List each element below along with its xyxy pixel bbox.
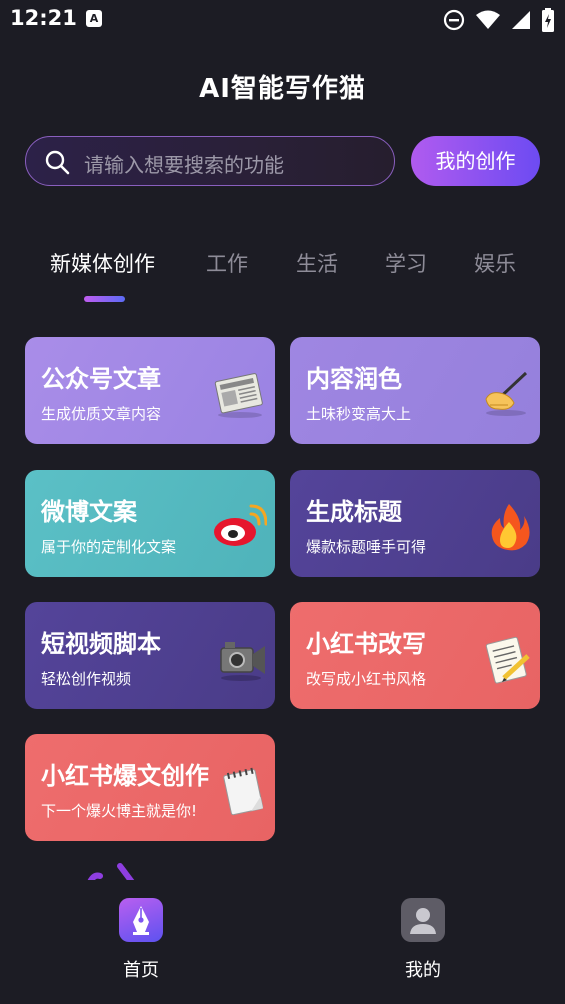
tab-life[interactable]: 生活 xyxy=(296,248,338,278)
nav-mine[interactable]: 我的 xyxy=(383,898,463,982)
card-title: 生成标题 xyxy=(306,498,402,526)
card-official-account-article[interactable]: 公众号文章 生成优质文章内容 xyxy=(25,337,275,444)
bottom-nav: 首页 我的 xyxy=(0,880,565,1004)
tab-work[interactable]: 工作 xyxy=(206,248,248,278)
card-subtitle: 土味秒变高大上 xyxy=(306,405,412,423)
card-subtitle: 下一个爆火博主就是你! xyxy=(41,802,198,820)
card-generate-title[interactable]: 生成标题 爆款标题唾手可得 xyxy=(290,470,540,577)
card-subtitle: 爆款标题唾手可得 xyxy=(306,538,427,556)
nav-label-home: 首页 xyxy=(123,960,159,981)
search-placeholder: 请输入想要搜索的功能 xyxy=(84,153,284,177)
status-time: 12:21 xyxy=(10,6,77,30)
card-subtitle: 改写成小红书风格 xyxy=(306,670,427,688)
user-icon xyxy=(401,898,445,942)
card-content-polish[interactable]: 内容润色 土味秒变高大上 xyxy=(290,337,540,444)
wifi-icon xyxy=(476,10,500,29)
card-subtitle: 轻松创作视频 xyxy=(41,670,132,688)
card-title: 小红书爆文创作 xyxy=(41,762,209,790)
newspaper-icon xyxy=(214,373,263,418)
weibo-icon xyxy=(214,504,267,546)
tab-entertainment[interactable]: 娱乐 xyxy=(474,248,516,278)
tab-study[interactable]: 学习 xyxy=(385,248,427,278)
writing-hand-icon xyxy=(485,371,528,416)
card-title: 内容润色 xyxy=(306,365,402,393)
card-title: 公众号文章 xyxy=(41,365,161,393)
search-input[interactable]: 请输入想要搜索的功能 xyxy=(25,136,395,186)
dnd-icon xyxy=(443,9,465,31)
card-xiaohongshu-rewrite[interactable]: 小红书改写 改写成小红书风格 xyxy=(290,602,540,709)
tab-indicator xyxy=(84,296,125,302)
memo-icon xyxy=(485,636,530,684)
notepad-icon xyxy=(223,767,264,816)
pen-nib-icon xyxy=(119,898,163,942)
tab-new-media[interactable]: 新媒体创作 xyxy=(50,248,155,278)
card-title: 微博文案 xyxy=(41,498,137,526)
video-camera-icon xyxy=(220,642,265,681)
status-bar: 12:21 A xyxy=(0,0,565,40)
search-icon xyxy=(45,150,70,175)
app-title: AI智能写作猫 xyxy=(199,74,366,104)
fire-icon xyxy=(491,504,530,551)
nav-home[interactable]: 首页 xyxy=(101,898,181,982)
card-title: 小红书改写 xyxy=(306,630,426,658)
signal-icon xyxy=(512,11,530,29)
card-xiaohongshu-viral[interactable]: 小红书爆文创作 下一个爆火博主就是你! xyxy=(25,734,275,841)
card-short-video-script[interactable]: 短视频脚本 轻松创作视频 xyxy=(25,602,275,709)
card-subtitle: 属于你的定制化文案 xyxy=(41,538,177,556)
category-tabs: 新媒体创作 工作 生活 学习 娱乐 xyxy=(0,248,565,308)
status-icons xyxy=(443,8,555,32)
card-weibo-copy[interactable]: 微博文案 属于你的定制化文案 xyxy=(25,470,275,577)
card-title: 短视频脚本 xyxy=(41,630,161,658)
card-subtitle: 生成优质文章内容 xyxy=(41,405,162,423)
nav-label-mine: 我的 xyxy=(405,960,441,981)
app-notification-icon: A xyxy=(86,10,102,27)
battery-charging-icon xyxy=(542,8,554,32)
my-creations-button[interactable]: 我的创作 xyxy=(411,136,540,186)
